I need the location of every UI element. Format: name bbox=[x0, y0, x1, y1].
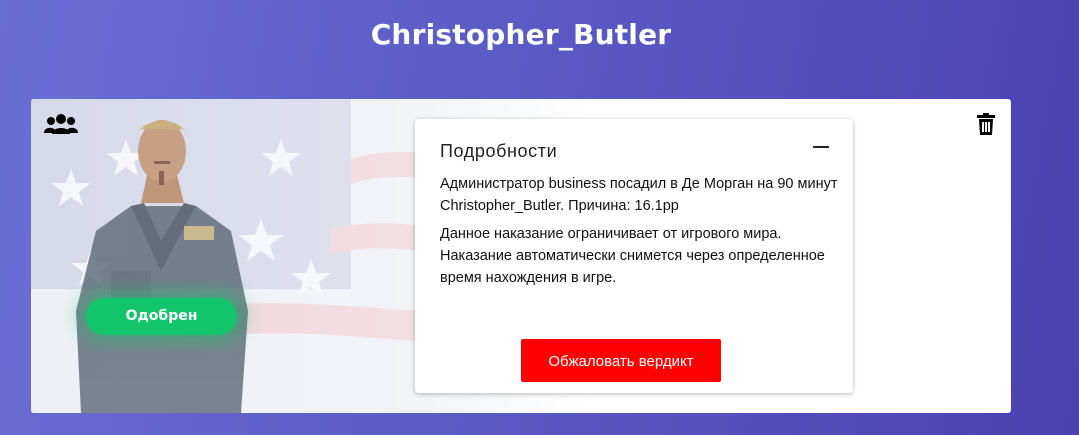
details-text-note: Данное наказание ограничивает от игровог… bbox=[440, 226, 825, 286]
punishment-card: Одобрен Подробности Администратор busine… bbox=[31, 99, 1011, 413]
page-title: Christopher_Butler bbox=[370, 18, 672, 51]
details-text: Администратор business посадил в Де Морг… bbox=[440, 173, 840, 295]
details-text-reason: Администратор business посадил в Де Морг… bbox=[440, 176, 838, 214]
collapse-icon[interactable] bbox=[813, 146, 829, 148]
people-icon[interactable] bbox=[44, 113, 78, 135]
character-image bbox=[76, 120, 248, 413]
appeal-button[interactable]: Обжаловать вердикт bbox=[521, 339, 721, 382]
details-panel: Подробности Администратор business посад… bbox=[415, 119, 853, 393]
trash-icon[interactable] bbox=[977, 113, 995, 135]
status-badge: Одобрен bbox=[86, 298, 237, 335]
details-title: Подробности bbox=[440, 141, 558, 161]
